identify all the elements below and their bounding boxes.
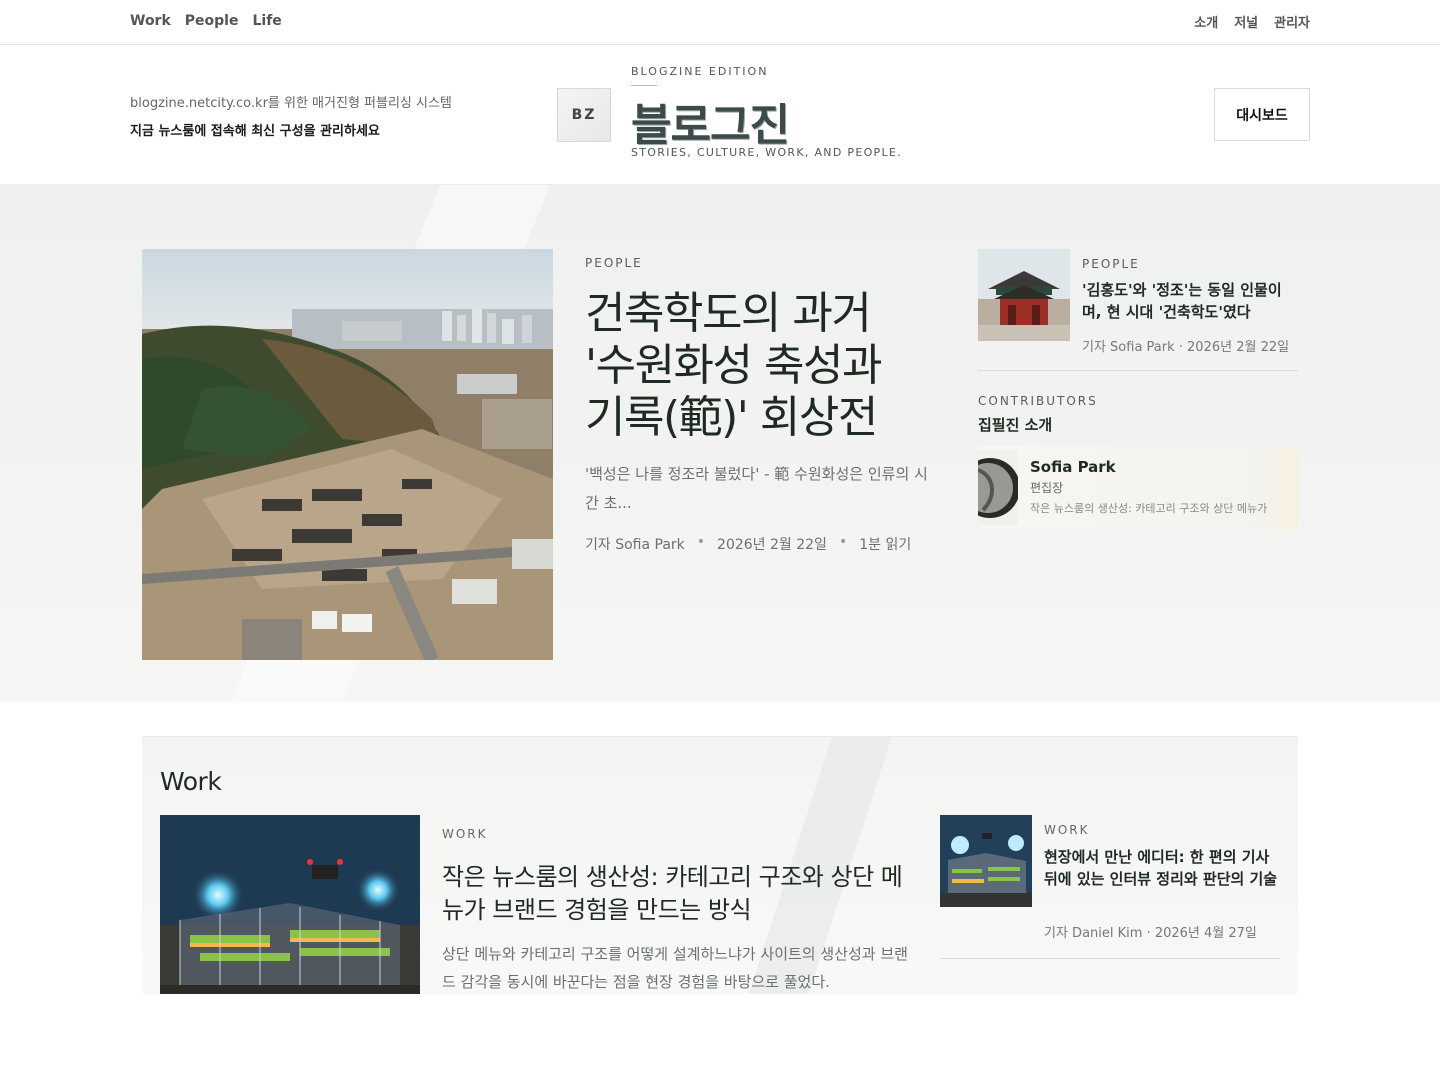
side-story-meta: 기자 Sofia Park · 2026년 2월 22일 (1082, 340, 1290, 355)
work-main-title[interactable]: 작은 뉴스룸의 생산성: 카테고리 구조와 상단 메뉴가 브랜드 경험을 만드는… (442, 861, 912, 927)
hero-read-time: 1분 읽기 (859, 537, 912, 553)
work-main-image[interactable] (160, 815, 420, 994)
site-subtagline: 지금 뉴스룸에 접속해 최신 구성을 관리하세요 (130, 124, 380, 139)
brand-subtitle: STORIES, CULTURE, WORK, AND PEOPLE. (631, 146, 902, 159)
contributor-name: Sofia Park (1030, 458, 1116, 476)
nav-link-admin[interactable]: 관리자 (1274, 12, 1310, 31)
contributor-card[interactable]: Sofia Park 편집장 작은 뉴스룸의 생산성: 카테고리 구조와 상단 … (978, 446, 1298, 529)
side-story-category[interactable]: PEOPLE (1082, 257, 1140, 271)
page-bottom (0, 994, 1440, 1080)
hero-image[interactable] (142, 249, 553, 660)
dashboard-button[interactable]: 대시보드 (1214, 88, 1310, 141)
side-story-thumbnail[interactable] (978, 249, 1070, 341)
work-main-category[interactable]: WORK (442, 827, 488, 841)
hero-meta: 기자 Sofia Park • 2026년 2월 22일 • 1분 읽기 (585, 534, 911, 554)
work-side-meta: 기자 Daniel Kim · 2026년 4월 27일 (1044, 926, 1257, 941)
work-main-excerpt: 상단 메뉴와 카테고리 구조를 어떻게 설계하느냐가 사이트의 생산성과 브랜드… (442, 945, 908, 991)
work-side-category[interactable]: WORK (1044, 823, 1090, 837)
contributors-title: 집필진 소개 (978, 416, 1053, 434)
divider (978, 370, 1298, 371)
meta-separator: • (696, 534, 706, 550)
work-side-title[interactable]: 현장에서 만난 에디터: 한 편의 기사 뒤에 있는 인터뷰 정리와 판단의 기… (1044, 846, 1284, 890)
hero-author[interactable]: 기자 Sofia Park (585, 534, 685, 554)
nav-link-about[interactable]: 소개 (1194, 12, 1218, 31)
top-navigation: Work People Life 소개 저널 관리자 (0, 0, 1440, 45)
divider (940, 958, 1280, 959)
hero-section: PEOPLE 건축학도의 과거 '수원화성 축성과 기록(範)' 회상전 '백성… (0, 185, 1440, 702)
logo-mark[interactable]: BZ (557, 88, 611, 142)
masthead: blogzine.netcity.co.kr를 위한 매거진형 퍼블리싱 시스템… (0, 45, 1440, 185)
work-section: Work WORK 작은 뉴스룸의 생산성: 카테고리 구조와 상단 메뉴가 브… (142, 736, 1298, 994)
category-nav: Work People Life (130, 13, 282, 29)
site-tagline: blogzine.netcity.co.kr를 위한 매거진형 퍼블리싱 시스템 (130, 96, 452, 111)
avatar (978, 450, 1018, 525)
nav-link-people[interactable]: People (185, 13, 239, 29)
work-side-thumbnail[interactable] (940, 815, 1032, 907)
nav-link-life[interactable]: Life (252, 13, 281, 29)
brand-title[interactable]: 블로그진 (631, 89, 790, 153)
meta-separator: • (838, 534, 848, 550)
hero-date: 2026년 2월 22일 (717, 537, 827, 553)
contributor-role: 편집장 (1030, 481, 1064, 495)
hero-excerpt: '백성은 나를 정조라 불렀다' - 範 수원화성은 인류의 시간 초... (585, 465, 928, 512)
nav-link-journal[interactable]: 저널 (1234, 12, 1258, 31)
nav-link-work[interactable]: Work (130, 13, 171, 29)
edition-label: BLOGZINE EDITION (631, 65, 769, 78)
contributors-kicker: CONTRIBUTORS (978, 394, 1098, 408)
edition-divider (631, 85, 657, 86)
hero-headline[interactable]: 건축학도의 과거 '수원화성 축성과 기록(範)' 회상전 (585, 288, 925, 444)
contributor-bio: 작은 뉴스룸의 생산성: 카테고리 구조와 상단 메뉴가 (1030, 502, 1268, 515)
side-story-title[interactable]: '김홍도'와 '정조'는 동일 인물이며, 현 시대 '건축학도'였다 (1082, 279, 1297, 323)
hero-category[interactable]: PEOPLE (585, 256, 643, 270)
utility-nav: 소개 저널 관리자 (1194, 12, 1310, 31)
section-heading[interactable]: Work (160, 767, 222, 796)
